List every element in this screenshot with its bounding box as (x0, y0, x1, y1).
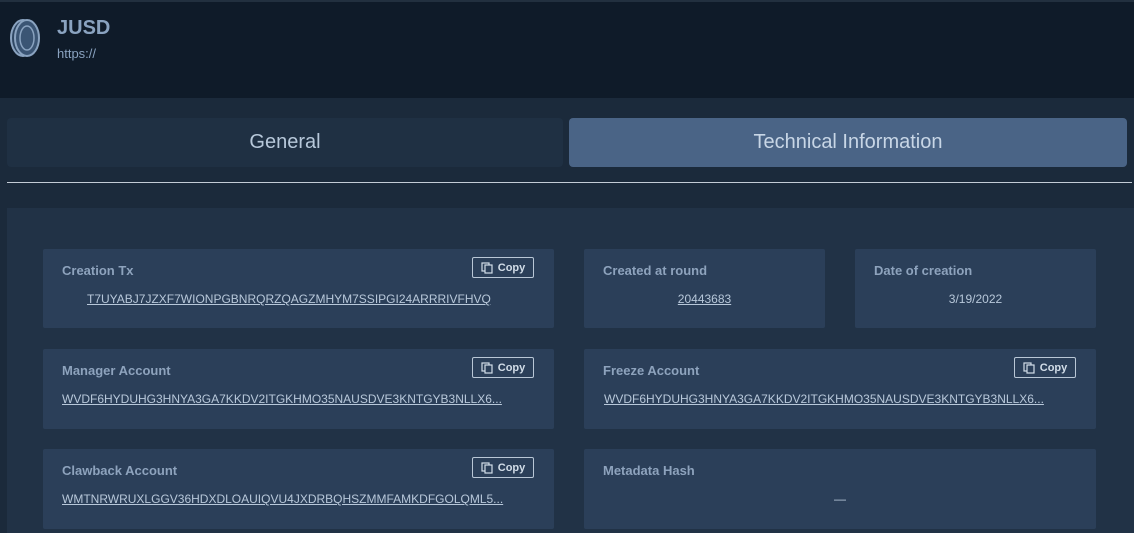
creation-tx-link[interactable]: T7UYABJ7JZXF7WIONPGBNRQRZQAGZMHYM7SSIPGI… (87, 292, 527, 306)
creation-date-card: Date of creation 3/19/2022 (855, 249, 1096, 328)
manager-account-link[interactable]: WVDF6HYDUHG3HNYA3GA7KKDV2ITGKHMO35NAUSDV… (62, 392, 537, 406)
tab-general[interactable]: General (7, 118, 563, 167)
copy-label: Copy (497, 361, 526, 374)
clawback-account-label: Clawback Account (62, 463, 178, 478)
creation-tx-label: Creation Tx (62, 263, 134, 278)
divider (7, 182, 1132, 183)
tab-technical-information[interactable]: Technical Information (569, 118, 1127, 167)
creation-date-value: 3/19/2022 (948, 292, 1003, 306)
asset-name: JUSD (57, 17, 111, 39)
copy-freeze-account-button[interactable]: Copy (1014, 357, 1076, 378)
copy-creation-tx-button[interactable]: Copy (472, 257, 534, 278)
copy-label: Copy (497, 461, 526, 474)
clawback-account-link[interactable]: WMTNRWRUXLGGV36HDXDLOAUIQVU4JXDRBQHSZMMF… (62, 492, 537, 506)
copy-label: Copy (1039, 361, 1068, 374)
clawback-account-card: Clawback Account Copy WMTNRWRUXLGGV36HDX… (43, 449, 554, 529)
asset-url[interactable]: https:// (57, 46, 96, 61)
created-round-label: Created at round (603, 263, 708, 278)
copy-clawback-account-button[interactable]: Copy (472, 457, 534, 478)
asset-header: JUSD https:// (0, 0, 1134, 98)
metadata-hash-label: Metadata Hash (603, 463, 695, 478)
metadata-hash-value: — (834, 492, 846, 506)
copy-icon (481, 361, 493, 374)
created-round-card: Created at round 20443683 (584, 249, 825, 328)
freeze-account-label: Freeze Account (603, 363, 700, 378)
copy-icon (1023, 361, 1035, 374)
creation-tx-card: Creation Tx Copy T7UYABJ7JZXF7WIONPGBNRQ… (43, 249, 554, 328)
freeze-account-card: Freeze Account Copy WVDF6HYDUHG3HNYA3GA7… (584, 349, 1096, 429)
created-round-link[interactable]: 20443683 (584, 292, 825, 306)
coin-icon (10, 19, 40, 57)
freeze-account-link[interactable]: WVDF6HYDUHG3HNYA3GA7KKDV2ITGKHMO35NAUSDV… (604, 392, 1079, 406)
metadata-hash-card: Metadata Hash — (584, 449, 1096, 529)
copy-icon (481, 261, 493, 274)
copy-manager-account-button[interactable]: Copy (472, 357, 534, 378)
creation-date-label: Date of creation (874, 263, 973, 278)
copy-label: Copy (497, 261, 526, 274)
copy-icon (481, 461, 493, 474)
manager-account-card: Manager Account Copy WVDF6HYDUHG3HNYA3GA… (43, 349, 554, 429)
manager-account-label: Manager Account (62, 363, 171, 378)
